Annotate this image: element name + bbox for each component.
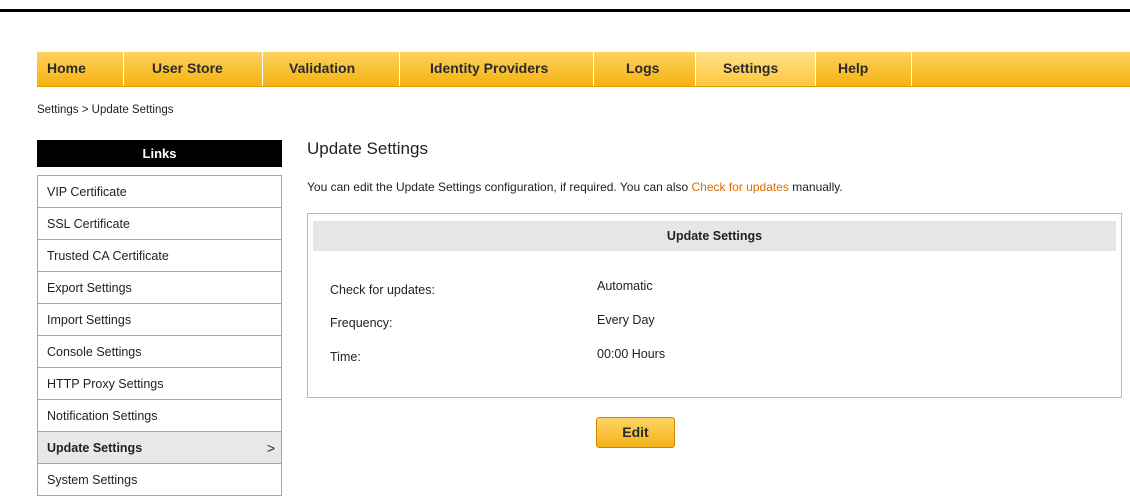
check-for-updates-link[interactable]: Check for updates xyxy=(692,180,789,194)
frequency-value: Every Day xyxy=(597,313,655,327)
nav-settings[interactable]: Settings xyxy=(696,52,816,86)
sidebar-item-update-settings[interactable]: Update Settings > xyxy=(38,432,281,464)
sidebar-item-system-settings[interactable]: System Settings xyxy=(38,464,281,496)
panel-header: Update Settings xyxy=(313,221,1116,251)
chevron-right-icon: > xyxy=(266,440,275,456)
sidebar-item-notification-settings[interactable]: Notification Settings xyxy=(38,400,281,432)
nav-user-store[interactable]: User Store xyxy=(124,52,263,86)
sidebar-item-console-settings[interactable]: Console Settings xyxy=(38,336,281,368)
sidebar: Links VIP Certificate SSL Certificate Tr… xyxy=(37,140,282,496)
nav-logs[interactable]: Logs xyxy=(594,52,696,86)
check-for-updates-label: Check for updates: xyxy=(330,283,435,297)
sidebar-item-trusted-ca-certificate[interactable]: Trusted CA Certificate xyxy=(38,240,281,272)
sidebar-item-import-settings[interactable]: Import Settings xyxy=(38,304,281,336)
frequency-label: Frequency: xyxy=(330,316,393,330)
nav-identity-providers[interactable]: Identity Providers xyxy=(400,52,594,86)
edit-button[interactable]: Edit xyxy=(596,417,675,448)
sidebar-item-label: Update Settings xyxy=(47,441,143,455)
check-for-updates-value: Automatic xyxy=(597,279,653,293)
intro-text: You can edit the Update Settings configu… xyxy=(307,180,843,194)
sidebar-item-ssl-certificate[interactable]: SSL Certificate xyxy=(38,208,281,240)
nav-validation[interactable]: Validation xyxy=(263,52,400,86)
intro-suffix: manually. xyxy=(788,180,843,194)
time-label: Time: xyxy=(330,350,361,364)
intro-prefix: You can edit the Update Settings configu… xyxy=(307,180,692,194)
sidebar-header: Links xyxy=(37,140,282,167)
page-title: Update Settings xyxy=(307,139,428,158)
breadcrumb: Settings > Update Settings xyxy=(37,104,174,116)
nav-home[interactable]: Home xyxy=(37,52,124,86)
sidebar-item-export-settings[interactable]: Export Settings xyxy=(38,272,281,304)
nav-help[interactable]: Help xyxy=(816,52,912,86)
sidebar-item-vip-certificate[interactable]: VIP Certificate xyxy=(38,176,281,208)
top-divider xyxy=(0,9,1130,12)
sidebar-list: VIP Certificate SSL Certificate Trusted … xyxy=(37,175,282,496)
sidebar-item-http-proxy-settings[interactable]: HTTP Proxy Settings xyxy=(38,368,281,400)
main-nav: Home User Store Validation Identity Prov… xyxy=(37,52,1130,87)
update-settings-panel: Update Settings Check for updates: Autom… xyxy=(307,213,1122,398)
time-value: 00:00 Hours xyxy=(597,347,666,361)
